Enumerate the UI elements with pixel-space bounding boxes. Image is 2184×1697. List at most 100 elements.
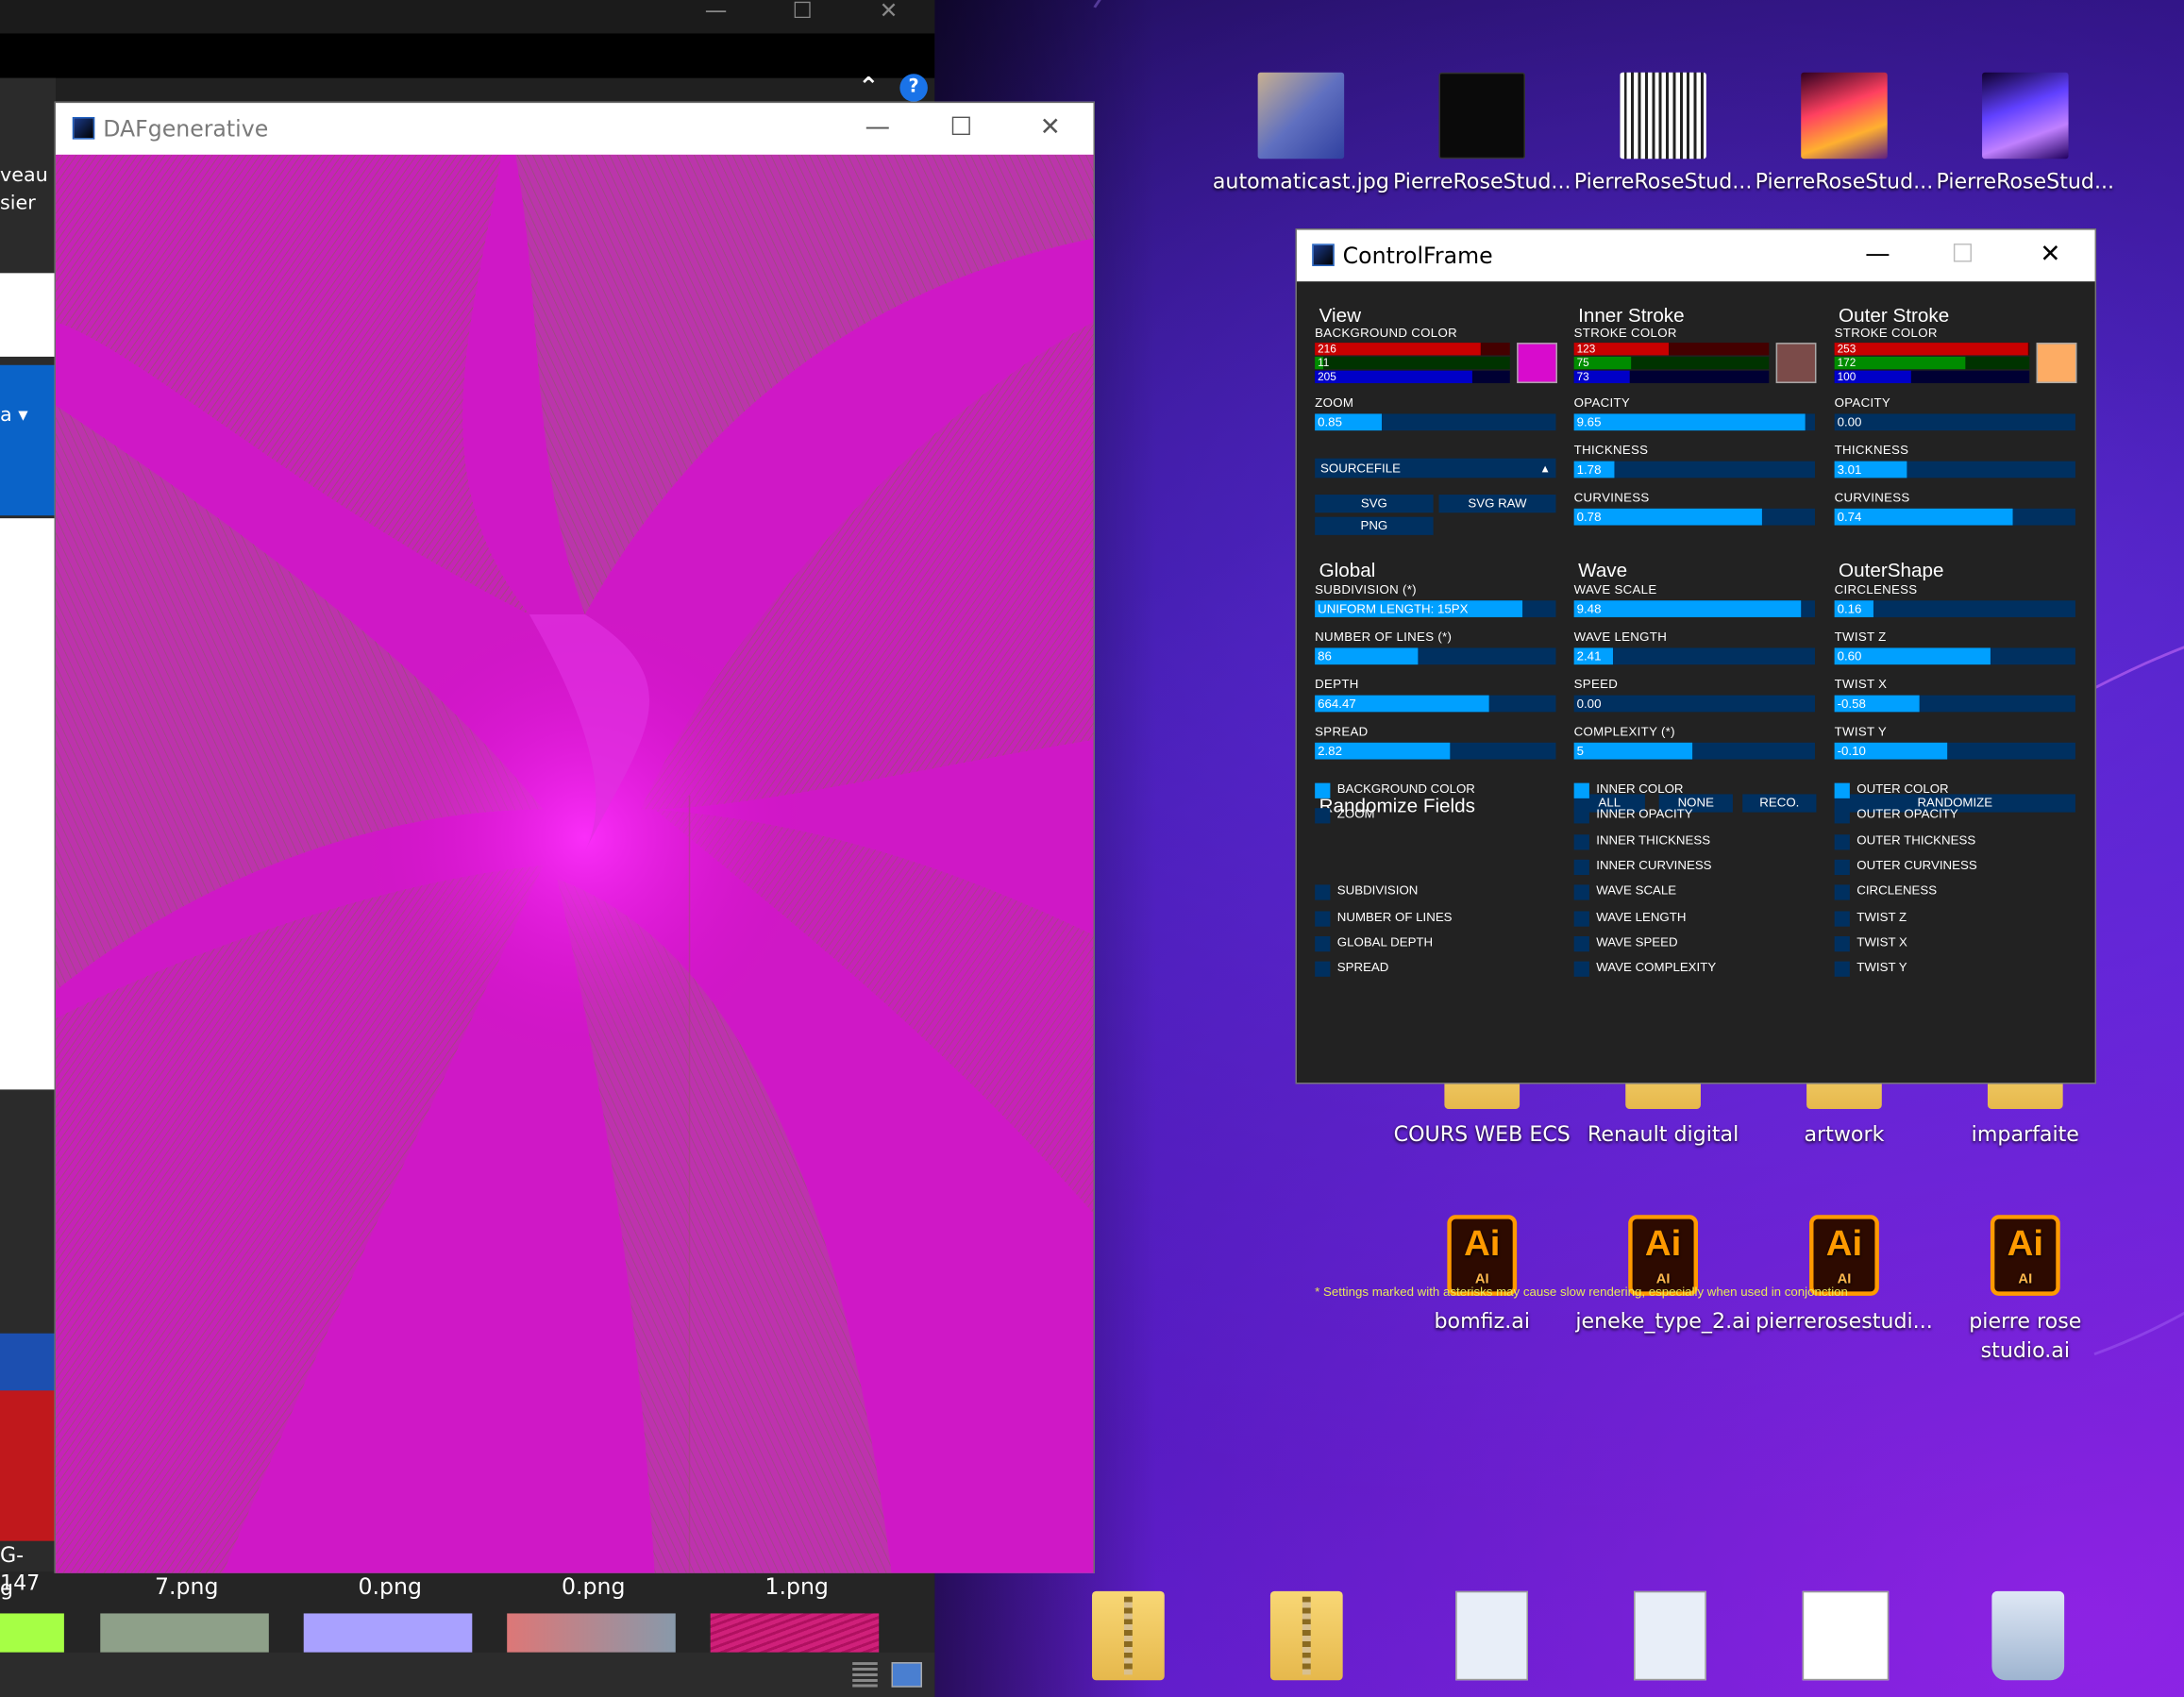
randomize-checkbox-label: OUTER OPACITY — [1856, 807, 1958, 821]
outer-blue-slider[interactable]: 100 — [1834, 370, 2030, 383]
randomize-checkbox[interactable] — [1573, 808, 1589, 824]
desktop-icon-automaticast[interactable]: automaticast.jpg — [1212, 72, 1390, 196]
large-icons-view-icon[interactable] — [891, 1662, 922, 1688]
randomize-checkbox[interactable] — [1573, 884, 1589, 900]
subdivision-slider[interactable]: UNIFORM LENGTH: 15PX — [1315, 600, 1556, 617]
randomize-checkbox[interactable] — [1834, 884, 1850, 900]
outer-thickness-slider[interactable]: 3.01 — [1834, 461, 2075, 479]
maximize-icon[interactable]: ☐ — [775, 0, 831, 33]
zoom-slider[interactable]: 0.85 — [1315, 413, 1556, 431]
bg-red-slider[interactable]: 216 — [1315, 343, 1510, 356]
outer-curviness-slider[interactable]: 0.74 — [1834, 508, 2075, 526]
desktop-file-pierre-rose-studio[interactable]: Ai AI pierre rose studio.ai — [1936, 1215, 2114, 1365]
inner-green-slider[interactable]: 75 — [1573, 356, 1770, 370]
inner-red-slider[interactable]: 123 — [1573, 343, 1770, 356]
depth-slider[interactable]: 664.47 — [1315, 695, 1556, 713]
image-thumbnail[interactable] — [507, 1613, 676, 1653]
bg-blue-slider[interactable]: 205 — [1315, 370, 1510, 383]
randomize-checkbox[interactable] — [1834, 782, 1850, 798]
randomize-checkbox[interactable] — [1573, 782, 1589, 798]
randomize-checkbox[interactable] — [1834, 961, 1850, 977]
details-view-icon[interactable] — [852, 1662, 878, 1688]
image-thumbnail[interactable] — [0, 1613, 64, 1653]
subdivision-label: SUBDIVISION (*) — [1315, 582, 1417, 596]
pdf-file-icon[interactable] — [1802, 1590, 1890, 1681]
png-export-button[interactable]: PNG — [1315, 516, 1434, 535]
randomize-checkbox[interactable] — [1834, 859, 1850, 875]
sourcefile-dropdown[interactable]: SOURCEFILE ▴ — [1315, 458, 1556, 479]
document-file-icon[interactable] — [1455, 1590, 1528, 1681]
image-thumbnail[interactable] — [100, 1613, 269, 1653]
outer-stroke-color-swatch[interactable] — [2036, 343, 2077, 383]
explorer-selected-panel[interactable]: a ▾ — [0, 364, 57, 516]
generative-canvas[interactable] — [56, 154, 1094, 1573]
speed-slider[interactable]: 0.00 — [1573, 695, 1815, 713]
maximize-icon[interactable]: ☐ — [933, 109, 989, 147]
randomize-checkbox[interactable] — [1573, 833, 1589, 849]
desktop-icon-pierrerose-4[interactable]: PierreRoseStud... — [1936, 72, 2114, 196]
desktop-icon-pierrerose-3[interactable]: PierreRoseStud... — [1756, 72, 1934, 196]
number-of-lines-slider[interactable]: 86 — [1315, 647, 1556, 665]
inner-curviness-slider[interactable]: 0.78 — [1573, 508, 1815, 526]
randomize-checkbox[interactable] — [1573, 910, 1589, 926]
svg-export-button[interactable]: SVG — [1315, 495, 1434, 513]
svg-raw-export-button[interactable]: SVG RAW — [1438, 495, 1556, 513]
maximize-icon[interactable]: ☐ — [1935, 235, 1991, 274]
outer-green-slider[interactable]: 172 — [1834, 356, 2030, 370]
minimize-icon[interactable]: — — [688, 0, 744, 33]
minimize-icon[interactable]: — — [1850, 235, 1906, 274]
randomize-checkbox[interactable] — [1315, 910, 1331, 926]
desktop-file-bomfiz[interactable]: Ai AI bomfiz.ai — [1393, 1215, 1571, 1336]
zoom-label: ZOOM — [1315, 395, 1354, 411]
outer-opacity-slider[interactable]: 0.00 — [1834, 413, 2075, 431]
image-thumbnail[interactable] — [710, 1613, 880, 1653]
inner-thickness-slider[interactable]: 1.78 — [1573, 461, 1815, 479]
wave-length-slider[interactable]: 2.41 — [1573, 647, 1815, 665]
inner-blue-slider[interactable]: 73 — [1573, 370, 1770, 383]
recycle-bin-icon[interactable] — [1991, 1590, 2065, 1681]
recommended-button[interactable]: RECO. — [1742, 794, 1817, 813]
randomize-checkbox[interactable] — [1834, 910, 1850, 926]
randomize-checkbox[interactable] — [1315, 808, 1331, 824]
randomize-checkbox[interactable] — [1573, 935, 1589, 951]
inner-opacity-slider[interactable]: 9.65 — [1573, 413, 1815, 431]
twist-x-slider[interactable]: -0.58 — [1834, 695, 2075, 713]
help-icon[interactable]: ? — [899, 74, 928, 102]
spread-slider[interactable]: 2.82 — [1315, 742, 1556, 760]
randomize-checkbox[interactable] — [1834, 808, 1850, 824]
twist-y-slider[interactable]: -0.10 — [1834, 742, 2075, 760]
minimize-icon[interactable]: — — [849, 109, 905, 147]
zip-folder-icon[interactable] — [1092, 1590, 1165, 1681]
zip-folder-icon[interactable] — [1269, 1590, 1343, 1681]
randomize-checkbox[interactable] — [1573, 859, 1589, 875]
bg-green-slider[interactable]: 11 — [1315, 356, 1510, 370]
close-icon[interactable]: ✕ — [861, 0, 916, 33]
background-color-swatch[interactable] — [1517, 343, 1557, 383]
desktop-file-pierrerosestudio[interactable]: Ai AI pierrerosestudi... — [1756, 1215, 1934, 1336]
twist-z-slider[interactable]: 0.60 — [1834, 647, 2075, 665]
desktop-file-jeneke[interactable]: Ai AI jeneke_type_2.ai — [1574, 1215, 1753, 1336]
randomize-checkbox[interactable] — [1315, 961, 1331, 977]
explorer-tree-list[interactable] — [0, 518, 57, 1090]
wave-scale-slider[interactable]: 9.48 — [1573, 600, 1815, 617]
randomize-checkbox[interactable] — [1834, 935, 1850, 951]
dropdown-fragment[interactable]: a ▾ — [0, 401, 56, 429]
randomize-checkbox[interactable] — [1573, 961, 1589, 977]
desktop-icon-pierrerose-2[interactable]: PierreRoseStud... — [1574, 72, 1753, 196]
window-titlebar: ControlFrame — ☐ ✕ — [1296, 229, 2095, 282]
generative-artwork — [56, 154, 1094, 1573]
close-icon[interactable]: ✕ — [2023, 235, 2078, 274]
close-icon[interactable]: ✕ — [1022, 109, 1078, 147]
image-thumbnail[interactable] — [303, 1613, 473, 1653]
outer-red-slider[interactable]: 253 — [1834, 343, 2030, 356]
inner-stroke-color-swatch[interactable] — [1775, 343, 1817, 383]
desktop-icon-pierrerose-1[interactable]: PierreRoseStud... — [1393, 72, 1571, 196]
randomize-checkbox[interactable] — [1315, 884, 1331, 900]
code-file-icon[interactable] — [1634, 1590, 1706, 1681]
collapse-ribbon-chevron-icon[interactable]: ⌃ — [858, 73, 879, 102]
randomize-checkbox[interactable] — [1315, 935, 1331, 951]
circleness-slider[interactable]: 0.16 — [1834, 600, 2075, 617]
randomize-checkbox[interactable] — [1315, 782, 1331, 798]
randomize-checkbox[interactable] — [1834, 833, 1850, 849]
complexity-slider[interactable]: 5 — [1573, 742, 1815, 760]
